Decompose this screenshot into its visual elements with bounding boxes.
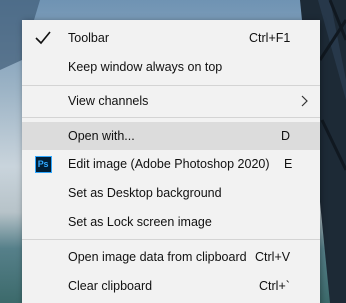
menu-separator [22,117,320,118]
checkmark-icon [33,28,53,48]
menu-item-label: Set as Desktop background [68,186,222,200]
menu-item-keep-on-top[interactable]: Keep window always on top [22,53,320,81]
menu-item-set-lock-screen[interactable]: Set as Lock screen image [22,208,320,236]
menu-item-label: View channels [68,94,149,108]
menu-item-shortcut: Ctrl+F1 [249,31,291,45]
context-menu: Toolbar Ctrl+F1 Keep window always on to… [22,20,320,303]
menu-item-clear-clipboard[interactable]: Clear clipboard Ctrl+` [22,272,320,300]
menu-item-edit-image[interactable]: Ps Edit image (Adobe Photoshop 2020) E [22,150,320,178]
menu-item-open-with[interactable]: Open with... D [22,122,320,150]
menu-item-toolbar[interactable]: Toolbar Ctrl+F1 [22,24,320,52]
menu-item-label: Edit image (Adobe Photoshop 2020) [68,157,270,171]
menu-item-open-clipboard[interactable]: Open image data from clipboard Ctrl+V [22,243,320,271]
menu-item-shortcut: E [284,157,293,171]
menu-item-shortcut: D [281,129,291,143]
menu-separator [22,85,320,86]
menu-item-label: Clear clipboard [68,279,153,293]
menu-item-label: Keep window always on top [68,60,223,74]
chevron-right-icon [300,94,310,108]
menu-item-label: Open with... [68,129,135,143]
menu-item-label: Toolbar [68,31,109,45]
menu-item-label: Set as Lock screen image [68,215,212,229]
menu-item-shortcut: Ctrl+` [259,279,290,293]
menu-item-label: Open image data from clipboard [68,250,247,264]
photoshop-icon: Ps [33,154,53,174]
menu-item-view-channels[interactable]: View channels [22,87,320,115]
photoshop-badge-text: Ps [34,155,52,173]
menu-item-shortcut: Ctrl+V [255,250,291,264]
menu-item-set-desktop-background[interactable]: Set as Desktop background [22,179,320,207]
menu-separator [22,239,320,240]
